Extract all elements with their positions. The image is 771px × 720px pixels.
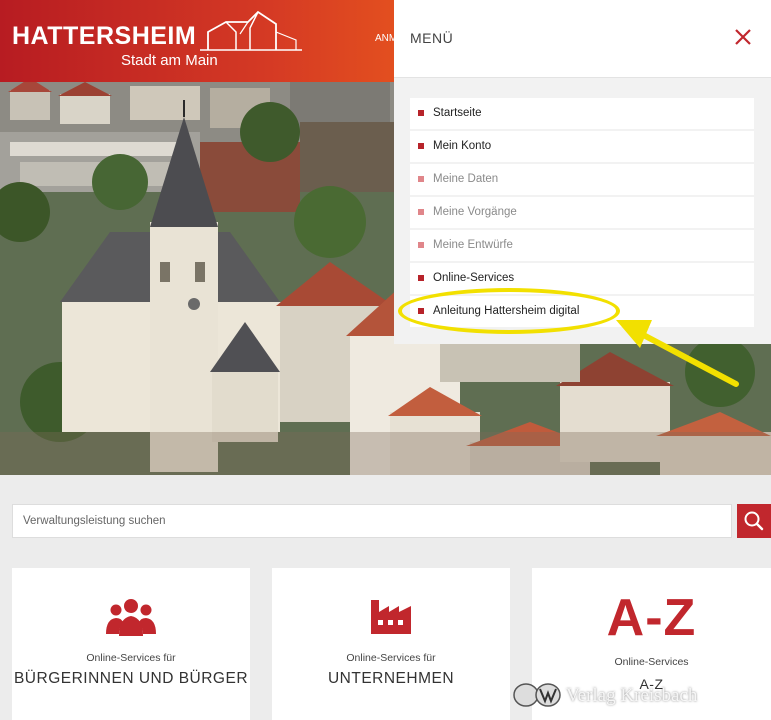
logo-subtitle: Stadt am Main <box>121 52 218 69</box>
card-subtitle: Online-Services <box>614 656 689 668</box>
bullet-icon <box>418 242 424 248</box>
card-businesses[interactable]: Online-Services für UNTERNEHMEN <box>272 568 510 720</box>
menu-item-label: Online-Services <box>433 272 515 284</box>
menu-list: Startseite Mein Konto Meine Daten Meine Vor… <box>410 98 754 329</box>
menu-item-label: Meine Vorgänge <box>433 206 517 218</box>
menu-item-label: Meine Entwürfe <box>433 239 513 251</box>
menu-title: MENÜ <box>410 30 454 46</box>
card-subtitle: Online-Services für <box>86 652 176 664</box>
menu-item[interactable]: Meine Vorgänge <box>410 197 754 228</box>
watermark-text: Verlag Kreisbach <box>566 685 698 706</box>
people-icon <box>106 599 156 636</box>
search-input[interactable]: Verwaltungsleistung suchen <box>12 504 732 538</box>
search-icon <box>744 511 764 531</box>
slide-out-menu: MENÜ Startseite Mein Konto Meine Daten Mein… <box>394 0 771 344</box>
house-logo-icon <box>200 10 302 51</box>
menu-item-label: Mein Konto <box>433 140 492 152</box>
bullet-icon <box>418 275 424 281</box>
factory-icon <box>371 600 411 634</box>
card-subtitle: Online-Services für <box>346 652 436 664</box>
menu-header: MENÜ <box>394 0 771 78</box>
bullet-icon <box>418 308 424 314</box>
bullet-icon <box>418 143 424 149</box>
card-title: BÜRGERINNEN UND BÜRGER <box>13 670 249 687</box>
menu-item[interactable]: Startseite <box>410 98 754 129</box>
arrow-icon <box>616 320 739 387</box>
menu-item[interactable]: Mein Konto <box>410 131 754 162</box>
logo-title: HATTERSHEIM <box>12 22 197 50</box>
publisher-logo-icon <box>513 683 561 707</box>
menu-item-label: Anleitung Hattersheim digital <box>433 305 580 317</box>
bullet-icon <box>418 209 424 215</box>
menu-item[interactable]: Meine Daten <box>410 164 754 195</box>
site-logo[interactable]: HATTERSHEIM Stadt am Main <box>12 10 302 69</box>
menu-item-label: Startseite <box>433 107 482 119</box>
search-button[interactable] <box>737 504 771 538</box>
card-citizens[interactable]: Online-Services für BÜRGERINNEN UND BÜRG… <box>12 568 250 720</box>
menu-item-label: Meine Daten <box>433 173 499 185</box>
menu-item[interactable]: Online-Services <box>410 263 754 294</box>
menu-item[interactable]: Meine Entwürfe <box>410 230 754 261</box>
az-heading: A-Z <box>606 589 697 647</box>
close-icon[interactable] <box>733 27 753 47</box>
bullet-icon <box>418 110 424 116</box>
card-title: UNTERNEHMEN <box>327 670 455 687</box>
bullet-icon <box>418 176 424 182</box>
